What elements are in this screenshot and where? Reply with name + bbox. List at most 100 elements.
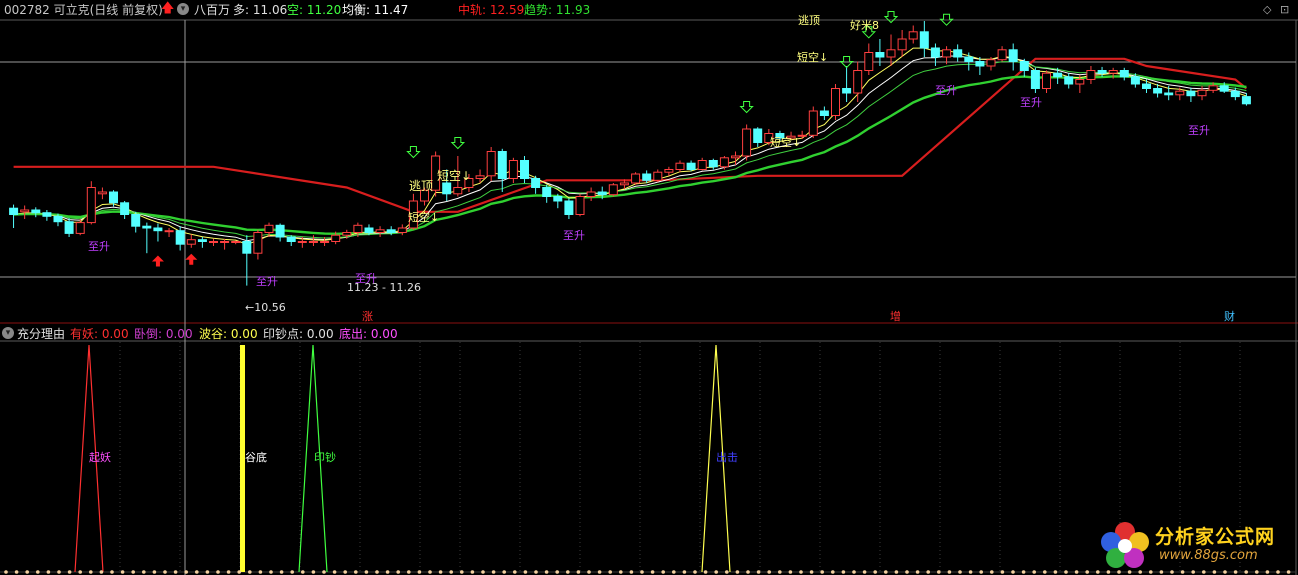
baseline-dot	[937, 570, 941, 574]
baseline-dot	[587, 570, 591, 574]
baseline-dot	[1064, 570, 1068, 574]
candle	[997, 49, 1007, 61]
candle	[653, 171, 663, 181]
baseline-dot	[1011, 570, 1015, 574]
youyao-value: 有妖: 0.00	[70, 327, 129, 341]
baseline-dot	[205, 570, 210, 574]
date-mark-cai: 财	[1224, 310, 1235, 323]
baseline-dot	[1053, 570, 1058, 574]
baseline-dot	[619, 570, 623, 574]
chevron-down-icon[interactable]: ▾	[2, 327, 14, 339]
date-mark-zhang: 涨	[362, 310, 373, 323]
diamond-icon[interactable]: ◇	[1263, 3, 1271, 17]
baseline-dot	[1233, 570, 1238, 574]
junheng-value: 均衡: 11.47	[342, 3, 409, 17]
candle	[308, 241, 318, 243]
candle	[397, 227, 407, 233]
candle	[986, 59, 996, 67]
candle	[253, 232, 263, 254]
baseline-dot	[958, 570, 962, 574]
candle	[331, 234, 341, 242]
candle	[586, 191, 596, 197]
chevron-down-icon[interactable]: ▾	[177, 3, 189, 15]
baseline-dot	[979, 570, 983, 574]
baseline-dot	[1074, 570, 1079, 574]
baseline-dot	[258, 570, 263, 574]
wodao-value: 卧倒: 0.00	[134, 327, 193, 341]
zhisheng-label-5: 至升	[935, 84, 957, 97]
candle	[64, 221, 74, 234]
candle	[1042, 72, 1051, 89]
candle	[353, 224, 363, 234]
baseline-dot	[25, 570, 30, 574]
zhisheng-label-3: 至升	[355, 272, 377, 285]
baseline-dot	[1180, 570, 1185, 574]
baseline-dot	[14, 570, 19, 574]
candle	[631, 173, 641, 184]
yinchao-label: 印钞	[314, 451, 336, 464]
baseline-dot	[46, 570, 51, 574]
baseline-dot	[661, 570, 665, 574]
candle	[164, 230, 174, 233]
baseline-dot	[1096, 570, 1100, 574]
candle	[1008, 49, 1018, 62]
expand-icon[interactable]: ⊡	[1280, 3, 1289, 17]
yinchaodian-value: 印钞点: 0.00	[263, 327, 334, 341]
duo-value: 多: 11.06	[233, 3, 288, 17]
candle	[486, 151, 496, 177]
sell-arrow-icon	[450, 137, 466, 150]
stock-title: 002782 可立克(日线 前复权)	[4, 3, 163, 17]
candle	[131, 214, 141, 227]
candle	[1075, 79, 1085, 85]
baseline-dot	[905, 570, 909, 574]
candle	[642, 173, 652, 181]
candle	[453, 187, 463, 195]
baseline-dot	[990, 570, 994, 574]
baseline-dot	[767, 570, 771, 574]
baseline-dot	[1276, 570, 1280, 574]
baseline-dot	[216, 570, 220, 574]
candle	[964, 56, 974, 62]
baseline-dot	[481, 570, 485, 574]
candle	[175, 230, 185, 245]
candle	[842, 88, 852, 94]
baseline-dot	[1255, 570, 1259, 574]
baseline-dot	[629, 570, 634, 574]
candle	[142, 225, 152, 229]
baseline-dot	[778, 570, 782, 574]
baseline-dot	[926, 570, 930, 574]
baseline-dot	[226, 570, 231, 574]
baseline-dot	[640, 570, 644, 574]
candle	[42, 212, 52, 217]
candle	[297, 241, 307, 243]
baseline-dot	[523, 570, 528, 574]
baseline-dot	[99, 570, 104, 574]
candle	[475, 175, 485, 180]
qushi-line	[13, 75, 1247, 236]
zhisheng-label-6: 至升	[1020, 96, 1042, 109]
baseline-dot	[725, 570, 729, 574]
zhisheng-label-4: 至升	[563, 229, 585, 242]
candle	[742, 128, 752, 157]
baseline-dot	[555, 570, 559, 574]
baseline-dot	[1032, 570, 1036, 574]
candle	[186, 239, 196, 245]
baseline-dot	[862, 570, 867, 574]
candle	[686, 162, 696, 170]
date-mark-zeng: 增	[890, 310, 901, 323]
candle	[753, 128, 763, 143]
candle	[275, 224, 285, 238]
baseline-dot	[714, 570, 718, 574]
baseline-dot	[576, 570, 581, 574]
candle	[1241, 96, 1251, 105]
baseline-dot	[1212, 570, 1217, 574]
chuji-label: 出击	[716, 451, 738, 464]
duankong-label-2: 短空↓	[408, 211, 440, 224]
baseline-dot	[693, 570, 697, 574]
baseline-dot	[173, 570, 178, 574]
candle	[20, 209, 30, 213]
duankong-label: 短空↓	[437, 169, 472, 183]
candle	[942, 49, 952, 58]
taoding-label: 逃顶	[409, 179, 434, 193]
baseline-dot	[947, 570, 952, 574]
